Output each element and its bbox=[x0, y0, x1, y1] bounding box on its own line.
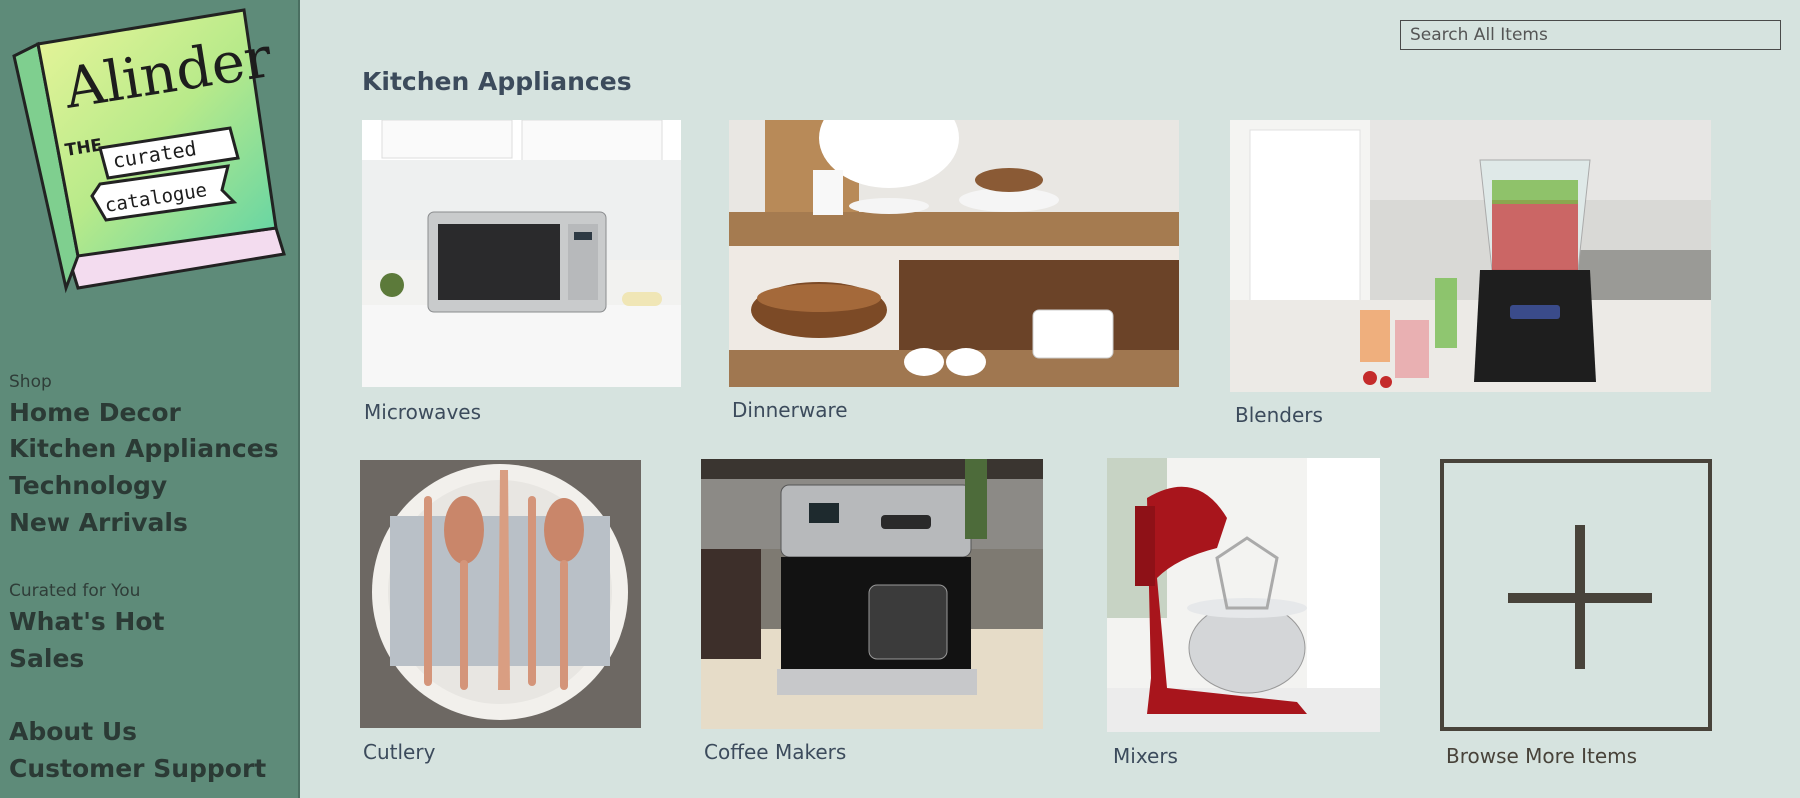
search-input[interactable] bbox=[1400, 20, 1781, 50]
nav-new-arrivals[interactable]: New Arrivals bbox=[9, 508, 188, 537]
dinnerware-image[interactable] bbox=[729, 120, 1179, 387]
nav-home-decor[interactable]: Home Decor bbox=[9, 398, 181, 427]
coffee-maker-image[interactable] bbox=[701, 459, 1043, 729]
shop-heading: Shop bbox=[9, 372, 52, 392]
nav-sales[interactable]: Sales bbox=[9, 644, 84, 673]
nav-whats-hot[interactable]: What's Hot bbox=[9, 607, 164, 636]
nav-technology[interactable]: Technology bbox=[9, 471, 167, 500]
microwave-image[interactable] bbox=[362, 120, 681, 387]
page-title: Kitchen Appliances bbox=[362, 67, 632, 96]
logo-book-icon[interactable]: Alinder THE curated catalogue bbox=[8, 6, 290, 296]
mixers-label[interactable]: Mixers bbox=[1113, 744, 1178, 768]
sidebar: Alinder THE curated catalogue Shop Home … bbox=[0, 0, 300, 798]
cutlery-label[interactable]: Cutlery bbox=[363, 740, 435, 764]
blender-image[interactable] bbox=[1230, 120, 1711, 392]
microwaves-label[interactable]: Microwaves bbox=[364, 400, 481, 424]
mixer-image[interactable] bbox=[1107, 458, 1380, 732]
coffee-makers-label[interactable]: Coffee Makers bbox=[704, 740, 846, 764]
cutlery-image[interactable] bbox=[360, 460, 641, 728]
dinnerware-label[interactable]: Dinnerware bbox=[732, 398, 848, 422]
nav-about-us[interactable]: About Us bbox=[9, 717, 137, 746]
nav-kitchen-appliances[interactable]: Kitchen Appliances bbox=[9, 434, 279, 463]
browse-more-button[interactable] bbox=[1440, 459, 1712, 731]
curated-heading: Curated for You bbox=[9, 581, 141, 601]
browse-more-label[interactable]: Browse More Items bbox=[1446, 744, 1637, 768]
nav-customer-support[interactable]: Customer Support bbox=[9, 754, 266, 783]
blenders-label[interactable]: Blenders bbox=[1235, 403, 1323, 427]
